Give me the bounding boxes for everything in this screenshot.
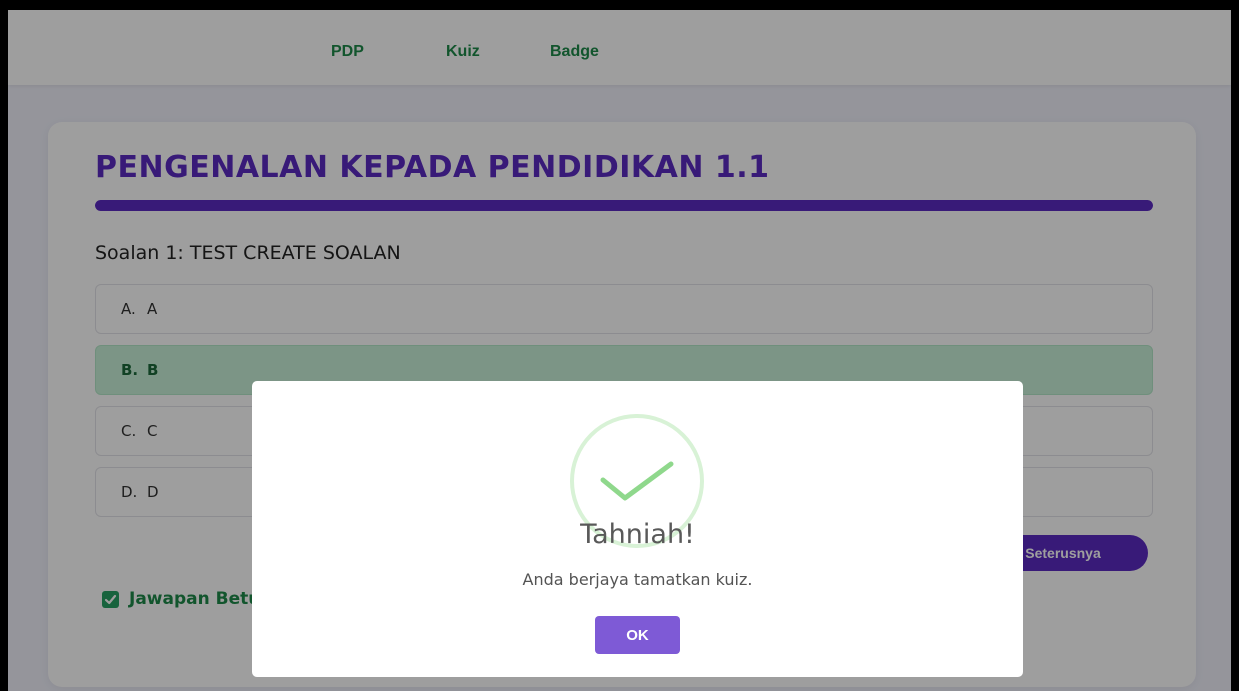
browser-viewport: PDP Kuiz Badge PENGENALAN KEPADA PENDIDI… — [8, 10, 1231, 691]
success-modal: Tahniah! Anda berjaya tamatkan kuiz. OK — [252, 381, 1023, 677]
modal-title: Tahniah! — [580, 519, 695, 550]
ok-button[interactable]: OK — [595, 616, 680, 654]
modal-message: Anda berjaya tamatkan kuiz. — [522, 570, 753, 589]
